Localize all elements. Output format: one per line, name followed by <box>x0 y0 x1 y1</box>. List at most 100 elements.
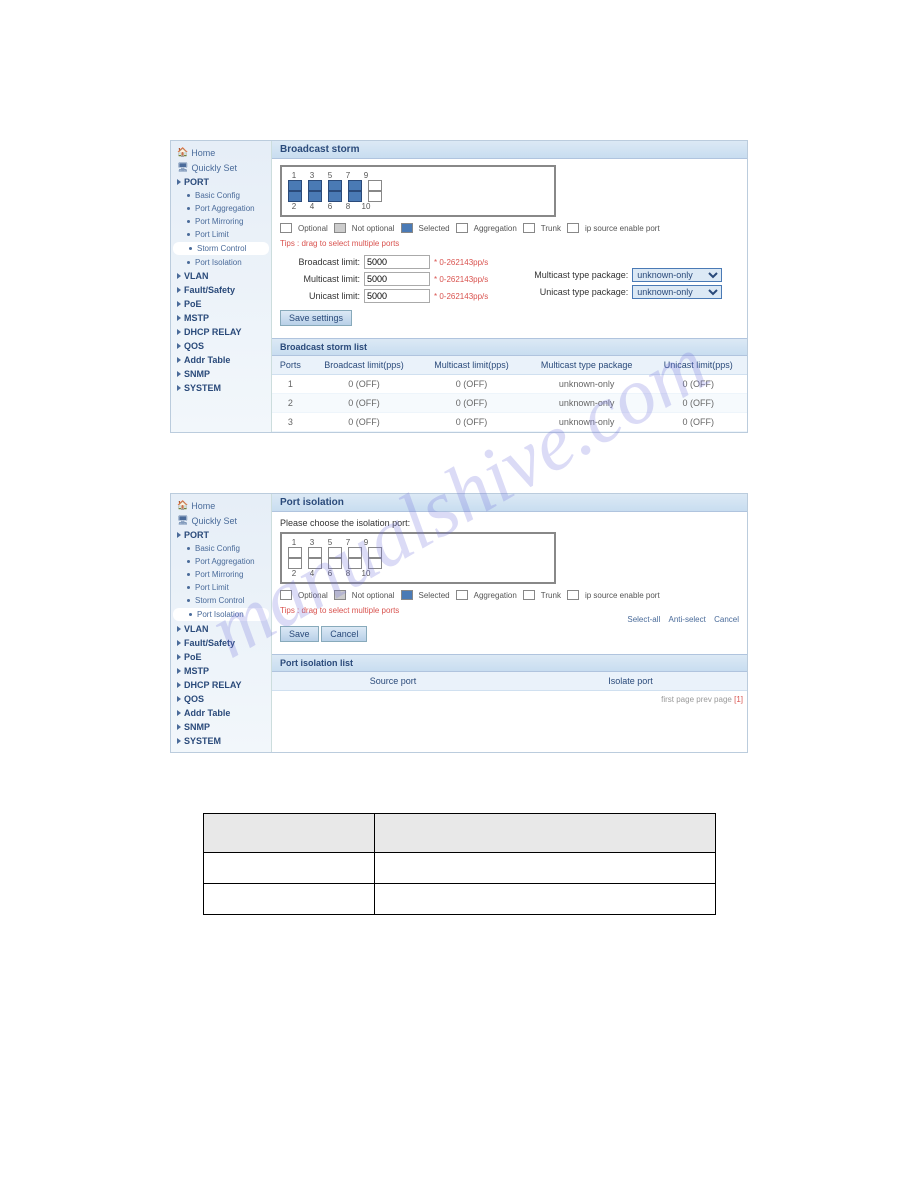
port-icon[interactable] <box>288 558 302 569</box>
sidebar-section-qos[interactable]: QOS <box>171 339 271 353</box>
sidebar-section-mstp[interactable]: MSTP <box>171 664 271 678</box>
sidebar-section-vlan[interactable]: VLAN <box>171 269 271 283</box>
port-number: 6 <box>324 202 336 211</box>
screenshot-port-isolation: 🏠Home 🖥Quickly Set PORT Basic Config Por… <box>170 493 748 753</box>
sidebar-item-port-limit[interactable]: Port Limit <box>171 228 271 241</box>
port-icon[interactable] <box>348 558 362 569</box>
sidebar-section-system[interactable]: SYSTEM <box>171 381 271 395</box>
chevron-right-icon <box>177 273 181 279</box>
sidebar-item-port-isolation[interactable]: Port Isolation <box>171 256 271 269</box>
chevron-right-icon <box>177 724 181 730</box>
port-icon[interactable] <box>368 191 382 202</box>
unicast-limit-input[interactable] <box>364 289 430 303</box>
port-number: 3 <box>306 171 318 180</box>
port-icon[interactable] <box>288 191 302 202</box>
bullet-icon <box>187 233 190 236</box>
sidebar-section-dhcp-relay[interactable]: DHCP RELAY <box>171 678 271 692</box>
port-icon[interactable] <box>288 180 302 191</box>
multicast-type-select[interactable]: unknown-only <box>632 268 722 282</box>
sidebar-section-qos[interactable]: QOS <box>171 692 271 706</box>
sidebar-section-snmp[interactable]: SNMP <box>171 720 271 734</box>
save-settings-button[interactable]: Save settings <box>280 310 352 326</box>
port-icon[interactable] <box>368 558 382 569</box>
port-icon[interactable] <box>368 547 382 558</box>
port-icon[interactable] <box>308 547 322 558</box>
sidebar-quickly-set[interactable]: 🖥Quickly Set <box>171 160 271 175</box>
sidebar-section-dhcp-relay[interactable]: DHCP RELAY <box>171 325 271 339</box>
sidebar-item-basic-config[interactable]: Basic Config <box>171 542 271 555</box>
port-icon[interactable] <box>368 180 382 191</box>
cancel-link[interactable]: Cancel <box>714 615 739 624</box>
legend-ipsource-icon <box>567 590 579 600</box>
sidebar-section-fault-safety[interactable]: Fault/Safety <box>171 283 271 297</box>
first-page-link[interactable]: first page <box>661 695 694 704</box>
sidebar-section-vlan[interactable]: VLAN <box>171 622 271 636</box>
sidebar-section-snmp[interactable]: SNMP <box>171 367 271 381</box>
multicast-limit-input[interactable] <box>364 272 430 286</box>
broadcast-limit-input[interactable] <box>364 255 430 269</box>
broadcast-limit-hint: * 0-262143pp/s <box>434 258 488 267</box>
port-icon[interactable] <box>328 191 342 202</box>
sidebar-quickly-set[interactable]: 🖥Quickly Set <box>171 513 271 528</box>
sidebar-item-port-limit[interactable]: Port Limit <box>171 581 271 594</box>
port-number: 2 <box>288 202 300 211</box>
sidebar-item-port-aggregation[interactable]: Port Aggregation <box>171 202 271 215</box>
chevron-right-icon <box>177 654 181 660</box>
chevron-right-icon <box>177 385 181 391</box>
cancel-button[interactable]: Cancel <box>321 626 367 642</box>
anti-select-link[interactable]: Anti-select <box>669 615 706 624</box>
port-icon[interactable] <box>308 558 322 569</box>
home-icon: 🏠 <box>177 500 188 511</box>
sidebar-section-port[interactable]: PORT <box>171 528 271 542</box>
port-icon[interactable] <box>288 547 302 558</box>
chevron-right-icon <box>177 738 181 744</box>
sidebar-section-addr-table[interactable]: Addr Table <box>171 353 271 367</box>
sidebar-item-basic-config[interactable]: Basic Config <box>171 189 271 202</box>
sidebar-section-mstp[interactable]: MSTP <box>171 311 271 325</box>
bullet-icon <box>187 599 190 602</box>
bullet-icon <box>187 573 190 576</box>
monitor-icon: 🖥 <box>177 515 188 526</box>
unicast-type-select[interactable]: unknown-only <box>632 285 722 299</box>
sidebar-section-fault-safety[interactable]: Fault/Safety <box>171 636 271 650</box>
chevron-right-icon <box>177 315 181 321</box>
sidebar-item-port-isolation[interactable]: Port Isolation <box>173 608 269 621</box>
sidebar-item-port-mirroring[interactable]: Port Mirroring <box>171 568 271 581</box>
prev-page-link[interactable]: prev page <box>696 695 732 704</box>
sidebar-item-port-mirroring[interactable]: Port Mirroring <box>171 215 271 228</box>
port-icon[interactable] <box>328 547 342 558</box>
port-icon[interactable] <box>348 180 362 191</box>
port-icon[interactable] <box>348 191 362 202</box>
current-page: [1] <box>734 695 743 704</box>
sidebar-section-poe[interactable]: PoE <box>171 297 271 311</box>
bullet-icon <box>187 560 190 563</box>
sidebar-item-storm-control[interactable]: Storm Control <box>171 594 271 607</box>
port-icon[interactable] <box>328 558 342 569</box>
port-number: 7 <box>342 538 354 547</box>
sidebar-section-port[interactable]: PORT <box>171 175 271 189</box>
sidebar: 🏠Home 🖥Quickly Set PORT Basic Config Por… <box>171 141 272 432</box>
port-number: 5 <box>324 171 336 180</box>
sidebar: 🏠Home 🖥Quickly Set PORT Basic Config Por… <box>171 494 272 752</box>
port-icon[interactable] <box>308 180 322 191</box>
port-icon[interactable] <box>348 547 362 558</box>
sidebar-section-poe[interactable]: PoE <box>171 650 271 664</box>
sidebar-home[interactable]: 🏠Home <box>171 145 271 160</box>
sidebar-home[interactable]: 🏠Home <box>171 498 271 513</box>
multicast-type-label: Multicast type package: <box>518 270 628 280</box>
blank-cell <box>374 853 715 884</box>
legend-ipsource-icon <box>567 223 579 233</box>
port-icon[interactable] <box>308 191 322 202</box>
sidebar-item-storm-control[interactable]: Storm Control <box>173 242 269 255</box>
bullet-icon <box>187 220 190 223</box>
sidebar-section-addr-table[interactable]: Addr Table <box>171 706 271 720</box>
port-icon[interactable] <box>328 180 342 191</box>
blank-reference-table <box>203 813 716 915</box>
save-button[interactable]: Save <box>280 626 319 642</box>
port-number: 9 <box>360 538 372 547</box>
select-all-link[interactable]: Select-all <box>627 615 660 624</box>
panel-title: Port isolation <box>272 494 747 512</box>
col-multicast-type: Multicast type package <box>524 356 650 375</box>
sidebar-item-port-aggregation[interactable]: Port Aggregation <box>171 555 271 568</box>
sidebar-section-system[interactable]: SYSTEM <box>171 734 271 748</box>
